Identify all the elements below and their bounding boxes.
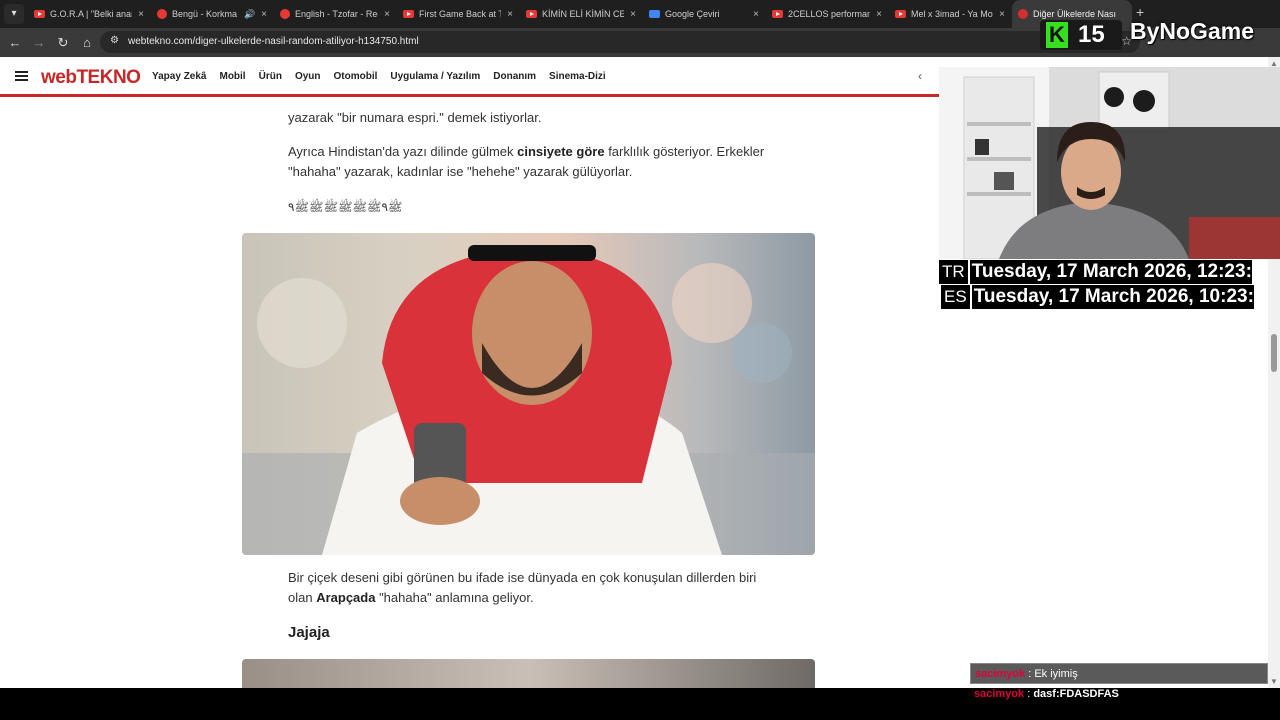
bynogame-logo: ByNoGame (1130, 18, 1254, 44)
tab[interactable]: English - Tzofar - Red × (274, 0, 396, 28)
webcam-overlay (939, 67, 1280, 259)
logo-part-tekno: TEKNO (76, 67, 141, 88)
back-arrow-icon[interactable]: ← (6, 34, 24, 52)
logo-part-web: web (41, 67, 77, 88)
close-tab-icon[interactable]: × (261, 9, 267, 20)
clock-datetime: Tuesday, 17 March 2026, 12:23: (971, 261, 1252, 282)
webtekno-icon (1018, 9, 1028, 19)
arabic-laugh-glyphs: ﷺ٩ﷺﷺﷺﷺﷺﷺ٩ (288, 200, 403, 214)
tab[interactable]: First Game Back at Th × (397, 0, 519, 28)
chat-text: dasf:FDASDFAS (1033, 688, 1119, 700)
youtube-icon (772, 10, 783, 18)
home-icon[interactable]: ⌂ (78, 34, 96, 52)
site-info-icon[interactable]: ⚙ (110, 35, 119, 46)
article-heading: Jajaja (288, 624, 330, 641)
close-tab-icon[interactable]: × (138, 9, 144, 20)
close-tab-icon[interactable]: × (876, 9, 882, 20)
menu-item[interactable]: Sinema-Dizi (549, 71, 606, 82)
menu-item[interactable]: Yapay Zekâ (152, 71, 206, 82)
tab[interactable]: Bengü - Korkma 🔊 × (151, 0, 273, 28)
url-bar[interactable]: ⚙ webtekno.com/diger-ulkelerde-nasil-ran… (100, 31, 1140, 53)
tab-title: 2CELLOS performanc (788, 9, 871, 19)
menu-item[interactable]: Uygulama / Yazılım (390, 71, 480, 82)
clock-row-tr: TR Tuesday, 17 March 2026, 12:23: (939, 260, 1252, 284)
menu-item[interactable]: Oyun (295, 71, 321, 82)
chat-message: sacimyok : dasf:FDASDFAS (970, 684, 1268, 705)
tab[interactable]: Mel x 3imad - Ya Mo × (889, 0, 1011, 28)
tab[interactable]: 2CELLOS performanc × (766, 0, 888, 28)
chat-username: sacimyok (975, 668, 1026, 680)
youtube-icon (526, 10, 537, 18)
tab-title: Bengü - Korkma (172, 9, 238, 19)
close-tab-icon[interactable]: × (753, 9, 759, 20)
close-tab-icon[interactable]: × (507, 9, 513, 20)
youtube-icon (403, 10, 414, 18)
hamburger-menu-icon[interactable] (15, 71, 28, 81)
chat-separator: : (1025, 668, 1035, 680)
site-logo[interactable]: webTEKNO (41, 67, 141, 89)
tab-title: English - Tzofar - Red (295, 9, 379, 19)
tab-title: KİMİN ELİ KİMİN CEB (542, 9, 625, 19)
clock-row-es: ES Tuesday, 17 March 2026, 10:23: (941, 285, 1254, 309)
google-translate-icon (649, 10, 660, 18)
youtube-icon (34, 10, 45, 18)
tab[interactable]: Google Çeviri × (643, 0, 765, 28)
article-illustration (242, 245, 815, 555)
scroll-thumb[interactable] (1271, 334, 1277, 372)
kick-logo-icon: K (1046, 22, 1068, 48)
menu-scroll-left-icon[interactable]: ‹ (918, 69, 922, 83)
clock-country-tag: TR (939, 260, 970, 284)
youtube-music-icon (157, 9, 167, 19)
article-paragraph: yazarak "bir numara espri." demek istiyo… (288, 110, 542, 125)
chat-message: sacimyok : Ek iyimiş (970, 663, 1268, 684)
tab[interactable]: KİMİN ELİ KİMİN CEB × (520, 0, 642, 28)
article-image (242, 659, 815, 688)
bold-text: Arapçada (316, 590, 376, 605)
chat-username: sacimyok (974, 688, 1025, 700)
youtube-icon (895, 10, 906, 18)
clock-country-tag: ES (941, 285, 972, 309)
stream-chat: sacimyok : Ek iyimiş sacimyok : dasf:FDA… (970, 663, 1268, 705)
scroll-down-icon[interactable]: ▼ (1270, 677, 1278, 686)
bold-text: cinsiyete göre (517, 144, 605, 159)
tab[interactable]: G.O.R.A | "Belki anam × (28, 0, 150, 28)
site-menu: Yapay Zekâ Mobil Ürün Oyun Otomobil Uygu… (152, 71, 606, 82)
article-paragraph: Bir çiçek deseni gibi görünen bu ifade i… (288, 568, 778, 608)
menu-item[interactable]: Mobil (219, 71, 245, 82)
chat-separator: : (1024, 688, 1034, 700)
reload-icon[interactable]: ↻ (54, 34, 72, 52)
menu-item[interactable]: Otomobil (334, 71, 378, 82)
chat-text: Ek iyimiş (1034, 668, 1078, 680)
clock-datetime: Tuesday, 17 March 2026, 10:23: (973, 286, 1254, 307)
tab-title: Google Çeviri (665, 9, 720, 19)
text-run: "hahaha" anlamına geliyor. (375, 590, 534, 605)
tab-title: First Game Back at Th (419, 9, 502, 19)
article-image-man-with-phone (242, 233, 815, 555)
close-tab-icon[interactable]: × (384, 9, 390, 20)
red-alert-icon (280, 9, 290, 19)
speaker-icon[interactable]: 🔊 (244, 9, 255, 20)
tab-title: G.O.R.A | "Belki anam (50, 9, 133, 19)
close-tab-icon[interactable]: × (999, 9, 1005, 20)
menu-item[interactable]: Donanım (493, 71, 536, 82)
kick-viewer-badge: K 15 (1040, 20, 1122, 50)
url-text[interactable]: webtekno.com/diger-ulkelerde-nasil-rando… (128, 36, 419, 47)
text-run: Ayrıca Hindistan'da yazı dilinde gülmek (288, 144, 518, 159)
article-paragraph: Ayrıca Hindistan'da yazı dilinde gülmek … (288, 142, 778, 182)
forward-arrow-icon[interactable]: → (30, 34, 48, 52)
tab-search-chevron-icon[interactable]: ▾ (4, 4, 24, 24)
menu-item[interactable]: Ürün (259, 71, 282, 82)
tab-title: Diğer Ülkelerde Nası (1033, 9, 1117, 19)
tab-title: Mel x 3imad - Ya Mo (911, 9, 993, 19)
viewer-count: 15 (1078, 21, 1105, 48)
close-tab-icon[interactable]: × (630, 9, 636, 20)
webcam-scene (939, 67, 1280, 259)
